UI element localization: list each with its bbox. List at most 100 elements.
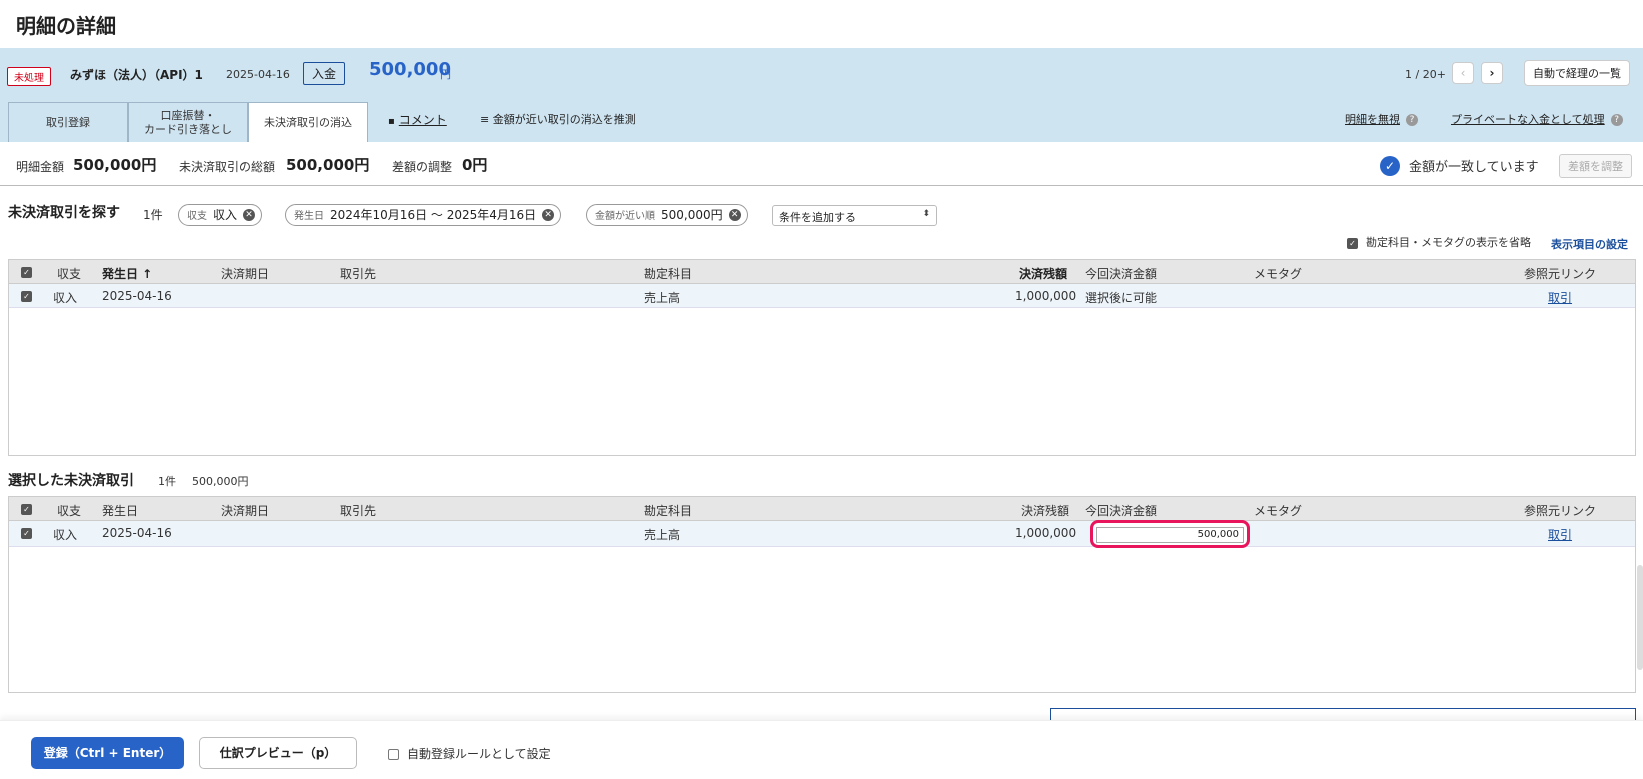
page-title: 明細の詳細 bbox=[16, 14, 116, 38]
header-balance: 決済残額 bbox=[1021, 504, 1070, 518]
auto-rule-label: 自動登録ルールとして設定 bbox=[407, 747, 551, 761]
filter-chip-amount[interactable]: 金額が近い順 500,000円 ✕ bbox=[586, 204, 748, 226]
ignore-label: 明細を無視 bbox=[1345, 113, 1400, 126]
table-row[interactable]: ✓ 収入 2025-04-16 売上高 1,000,000 選択後に可能 取引 bbox=[9, 284, 1635, 308]
chip-label: 金額が近い順 bbox=[595, 211, 655, 222]
checkbox-checked-icon[interactable]: ✓ bbox=[1347, 237, 1358, 249]
filter-chip-date[interactable]: 発生日 2024年10月16日 〜 2025年4月16日 ✕ bbox=[285, 204, 562, 226]
chip-label: 収支 bbox=[187, 211, 207, 222]
diff-label: 差額の調整 bbox=[392, 160, 453, 174]
header-pay: 今回決済金額 bbox=[1085, 504, 1158, 518]
table-row[interactable]: ✓ 収入 2025-04-16 売上高 1,000,000 取引 bbox=[9, 520, 1635, 548]
selected-count: 1件 bbox=[158, 475, 176, 488]
selected-amount: 500,000円 bbox=[192, 475, 249, 488]
header-ref: 参照元リンク bbox=[1524, 504, 1597, 518]
table-header: ✓ 収支 発生日 ↑ 決済期日 取引先 勘定科目 決済残額 今回決済金額 メモタ… bbox=[9, 260, 1635, 284]
select-all-checkbox[interactable]: ✓ bbox=[21, 267, 32, 278]
close-icon[interactable]: ✕ bbox=[243, 209, 256, 221]
check-circle-icon: ✓ bbox=[1380, 156, 1400, 176]
cell-account: 売上高 bbox=[644, 528, 681, 542]
search-results-table: ✓ 収支 発生日 ↑ 決済期日 取引先 勘定科目 決済残額 今回決済金額 メモタ… bbox=[8, 259, 1636, 456]
adjust-diff-button[interactable]: 差額を調整 bbox=[1559, 154, 1632, 178]
header-account: 勘定科目 bbox=[644, 267, 693, 281]
private-link[interactable]: プライベートな入金として処理? bbox=[1451, 111, 1623, 127]
add-condition-select[interactable]: 条件を追加する ⬍ bbox=[772, 205, 937, 226]
header-account: 勘定科目 bbox=[644, 504, 693, 518]
header-partner: 取引先 bbox=[340, 267, 377, 281]
cell-balance: 1,000,000 bbox=[1015, 526, 1077, 540]
diff-value: 0円 bbox=[462, 156, 488, 174]
amount-summary: 明細金額 500,000円 未決済取引の総額 500,000円 差額の調整 0円… bbox=[0, 142, 1643, 186]
header-date-sorted[interactable]: 発生日 ↑ bbox=[102, 265, 152, 282]
header-memo: メモタグ bbox=[1254, 267, 1303, 281]
header-due: 決済期日 bbox=[221, 267, 270, 281]
pay-amount-highlight bbox=[1090, 520, 1250, 548]
cell-account: 売上高 bbox=[644, 291, 681, 305]
row-checkbox[interactable]: ✓ bbox=[21, 291, 32, 302]
cell-balance: 1,000,000 bbox=[1015, 289, 1077, 303]
header-kind: 収支 bbox=[57, 504, 82, 518]
select-all-checkbox[interactable]: ✓ bbox=[21, 504, 32, 515]
table-header: ✓ 収支 発生日 決済期日 取引先 勘定科目 決済残額 今回決済金額 メモタグ … bbox=[9, 497, 1635, 521]
tab-transfer[interactable]: 口座振替・ カード引き落とし bbox=[128, 102, 248, 142]
chip-value: 収入 bbox=[213, 208, 238, 222]
action-footer: 登録（Ctrl + Enter） 仕訳プレビュー（p） 自動登録ルールとして設定 bbox=[0, 720, 1643, 779]
selected-table: ✓ 収支 発生日 決済期日 取引先 勘定科目 決済残額 今回決済金額 メモタグ … bbox=[8, 496, 1636, 693]
status-badge: 未処理 bbox=[7, 67, 51, 86]
header-ref: 参照元リンク bbox=[1524, 267, 1597, 281]
header-due: 決済期日 bbox=[221, 504, 270, 518]
column-settings-link[interactable]: 表示項目の設定 bbox=[1551, 236, 1628, 252]
header-balance: 決済残額 bbox=[1019, 267, 1068, 281]
pay-amount-input[interactable] bbox=[1096, 526, 1244, 543]
transaction-header: 未処理 みずほ（法人）（API）1 2025-04-16 入金 500,000 … bbox=[0, 48, 1643, 142]
tab-register[interactable]: 取引登録 bbox=[8, 102, 128, 142]
checkbox-unchecked-icon[interactable] bbox=[388, 749, 399, 760]
cell-kind: 収入 bbox=[53, 528, 78, 542]
header-pay: 今回決済金額 bbox=[1085, 267, 1158, 281]
cell-date: 2025-04-16 bbox=[102, 526, 172, 540]
transaction-date: 2025-04-16 bbox=[226, 68, 290, 81]
currency-unit: 円 bbox=[440, 68, 451, 81]
close-icon[interactable]: ✕ bbox=[728, 209, 741, 221]
header-partner: 取引先 bbox=[340, 504, 377, 518]
chevron-left-icon[interactable]: ‹ bbox=[1452, 62, 1474, 84]
header-date: 発生日 bbox=[102, 504, 139, 518]
total-amount-value: 500,000円 bbox=[286, 156, 370, 174]
cell-date: 2025-04-16 bbox=[102, 289, 172, 303]
private-label: プライベートな入金として処理 bbox=[1451, 113, 1605, 126]
comment-label: コメント bbox=[398, 113, 447, 127]
transaction-amount: 500,000 bbox=[369, 59, 451, 80]
cell-ref-link[interactable]: 取引 bbox=[1548, 526, 1572, 543]
detail-amount-label: 明細金額 bbox=[16, 160, 65, 174]
infer-link[interactable]: ≡ 金額が近い取引の消込を推測 bbox=[480, 111, 636, 127]
comment-icon: ▪ bbox=[388, 116, 395, 127]
chip-value: 500,000円 bbox=[661, 208, 723, 222]
register-button[interactable]: 登録（Ctrl + Enter） bbox=[31, 737, 184, 769]
chip-label: 発生日 bbox=[294, 211, 324, 222]
filter-chip-kind[interactable]: 収支 収入 ✕ bbox=[178, 204, 263, 226]
detail-amount-value: 500,000円 bbox=[73, 156, 157, 174]
omit-columns-label: 勘定科目・メモタグの表示を省略 bbox=[1366, 236, 1531, 249]
selected-section-title: 選択した未決済取引 bbox=[8, 473, 134, 489]
journal-preview-button[interactable]: 仕訳プレビュー（p） bbox=[199, 737, 357, 769]
total-amount-label: 未決済取引の総額 bbox=[179, 160, 276, 174]
tab-reconcile[interactable]: 未決済取引の消込 bbox=[248, 102, 368, 142]
match-status: 金額が一致しています bbox=[1409, 160, 1539, 175]
close-icon[interactable]: ✕ bbox=[542, 209, 555, 221]
help-icon[interactable]: ? bbox=[1610, 114, 1623, 126]
auto-list-button[interactable]: 自動で経理の一覧 bbox=[1524, 60, 1630, 86]
cell-ref-link[interactable]: 取引 bbox=[1548, 289, 1572, 306]
row-checkbox[interactable]: ✓ bbox=[21, 528, 32, 539]
pager-count: 1 / 20+ bbox=[1405, 68, 1446, 81]
scrollbar[interactable] bbox=[1637, 565, 1643, 670]
cell-kind: 収入 bbox=[53, 291, 78, 305]
cell-pay: 選択後に可能 bbox=[1085, 291, 1158, 305]
auto-rule-checkbox[interactable]: 自動登録ルールとして設定 bbox=[388, 745, 551, 762]
ignore-link[interactable]: 明細を無視? bbox=[1345, 111, 1418, 127]
comment-link[interactable]: ▪ コメント bbox=[388, 111, 447, 128]
search-count: 1件 bbox=[143, 208, 163, 222]
chevron-right-icon[interactable]: › bbox=[1481, 62, 1503, 84]
add-condition-label: 条件を追加する bbox=[779, 211, 856, 224]
omit-columns-checkbox[interactable]: ✓ 勘定科目・メモタグの表示を省略 bbox=[1347, 234, 1531, 250]
help-icon[interactable]: ? bbox=[1406, 114, 1418, 126]
